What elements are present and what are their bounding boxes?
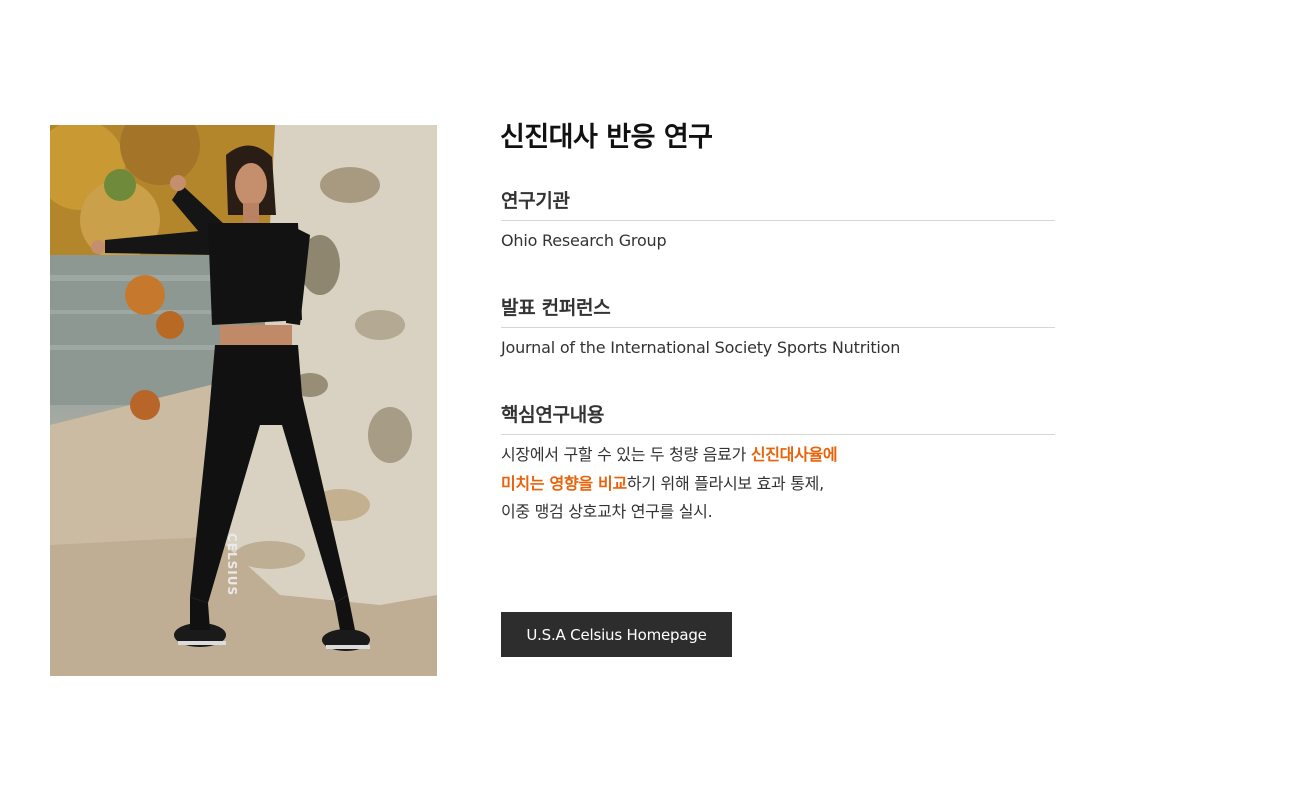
page-title: 신진대사 반응 연구 (500, 122, 713, 153)
key-findings-section: 핵심연구내용 시장에서 구할 수 있는 두 청량 음료가 신진대사율에 미치는 … (501, 402, 1055, 527)
model-photo: CELSIUS (50, 125, 437, 676)
study-info: 신진대사 반응 연구 연구기관 Ohio Research Group 발표 컨… (500, 118, 1055, 527)
conference-section: 발표 컨퍼런스 Journal of the International Soc… (501, 295, 1055, 362)
key-findings-heading: 핵심연구내용 (501, 402, 1055, 435)
key-findings-line-3: 이중 맹검 상호교차 연구를 실시. (501, 502, 713, 521)
leggings-brand-text: CELSIUS (225, 533, 239, 597)
photo-illustration (50, 125, 437, 676)
key-findings-line-2: 미치는 영향을 비교하기 위해 플라시보 효과 통제, (501, 470, 1055, 499)
conference-value: Journal of the International Society Spo… (501, 338, 901, 357)
key-findings-line-2-text: 하기 위해 플라시보 효과 통제, (626, 473, 824, 493)
key-findings-text: 시장에서 구할 수 있는 두 청량 음료가 신진대사율에 미치는 영향을 비교하… (501, 435, 1055, 527)
key-findings-line-1: 시장에서 구할 수 있는 두 청량 음료가 신진대사율에 (501, 441, 1055, 470)
key-findings-highlight-2: 미치는 영향을 비교 (501, 473, 627, 493)
institution-heading: 연구기관 (501, 188, 1055, 221)
key-findings-highlight-1: 신진대사율에 (750, 445, 838, 464)
institution-value: Ohio Research Group (501, 231, 667, 250)
conference-heading: 발표 컨퍼런스 (501, 295, 1055, 328)
celsius-homepage-button[interactable]: U.S.A Celsius Homepage (501, 612, 732, 657)
key-findings-line-1-text: 시장에서 구할 수 있는 두 청량 음료가 (501, 445, 751, 464)
institution-section: 연구기관 Ohio Research Group (501, 188, 1055, 255)
